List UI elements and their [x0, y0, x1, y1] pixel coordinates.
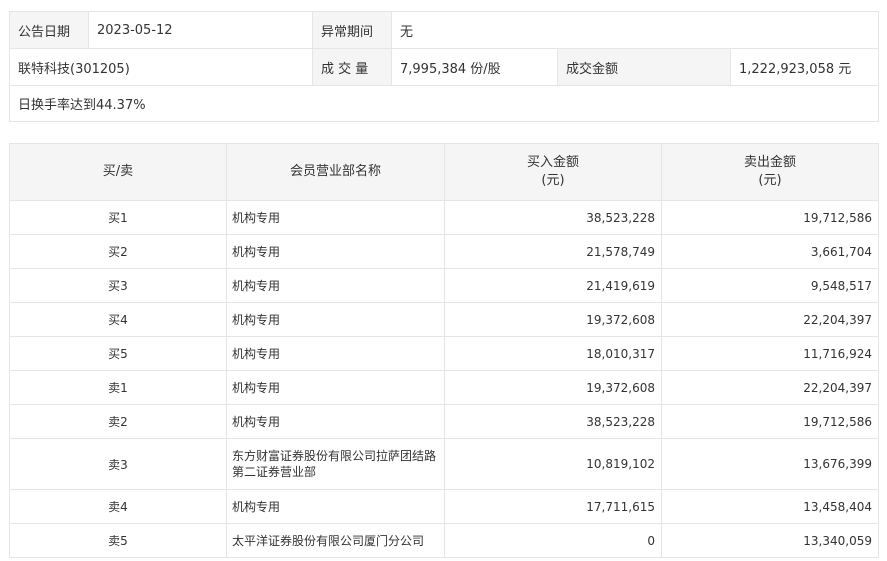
header-member-name: 会员营业部名称: [226, 143, 445, 201]
table-row: 买2 机构专用 21,578,749 3,661,704: [9, 234, 879, 269]
row-member-name: 机构专用: [226, 200, 445, 235]
row-buy-amount: 38,523,228: [444, 404, 662, 439]
amount-label: 成交金额: [557, 48, 731, 86]
announce-date-label: 公告日期: [9, 11, 89, 49]
row-sell-amount: 9,548,517: [661, 268, 879, 303]
row-sell-amount: 3,661,704: [661, 234, 879, 269]
row-side: 买5: [9, 336, 227, 371]
row-member-name: 机构专用: [226, 302, 445, 337]
table-row: 买1 机构专用 38,523,228 19,712,586: [9, 200, 879, 235]
row-sell-amount: 13,340,059: [661, 523, 879, 558]
table-row: 卖3 东方财富证券股份有限公司拉萨团结路第二证券营业部 10,819,102 1…: [9, 438, 879, 490]
row-side: 卖5: [9, 523, 227, 558]
row-side: 买4: [9, 302, 227, 337]
abnormal-period-label: 异常期间: [312, 11, 392, 49]
table-row: 卖5 太平洋证券股份有限公司厦门分公司 0 13,340,059: [9, 523, 879, 558]
row-member-name: 机构专用: [226, 336, 445, 371]
row-side: 卖2: [9, 404, 227, 439]
row-sell-amount: 22,204,397: [661, 370, 879, 405]
member-trades-table: 买/卖 会员营业部名称 买入金额 (元) 卖出金额 (元) 买1 机构专用 38…: [9, 143, 879, 558]
header-sell-label: 卖出金额: [743, 155, 796, 170]
header-buy-label: 买入金额: [526, 155, 579, 170]
member-table-header: 买/卖 会员营业部名称 买入金额 (元) 卖出金额 (元): [9, 143, 879, 201]
row-sell-amount: 19,712,586: [661, 200, 879, 235]
row-member-name: 机构专用: [226, 404, 445, 439]
row-buy-amount: 17,711,615: [444, 489, 662, 524]
row-buy-amount: 10,819,102: [444, 438, 662, 490]
header-buy-amount: 买入金额 (元): [444, 143, 662, 201]
volume-value: 7,995,384 份/股: [391, 48, 558, 86]
header-buy-unit: (元): [541, 173, 565, 188]
row-member-name: 机构专用: [226, 268, 445, 303]
row-buy-amount: 21,419,619: [444, 268, 662, 303]
row-side: 卖3: [9, 438, 227, 490]
summary-row-date: 公告日期 2023-05-12 异常期间 无: [9, 11, 880, 49]
row-sell-amount: 13,676,399: [661, 438, 879, 490]
row-side: 卖4: [9, 489, 227, 524]
summary-row-note: 日换手率达到44.37%: [8, 85, 880, 122]
row-side: 买3: [9, 268, 227, 303]
volume-label: 成 交 量: [312, 48, 392, 86]
amount-value: 1,222,923,058 元: [729, 48, 880, 86]
row-member-name: 东方财富证券股份有限公司拉萨团结路第二证券营业部: [226, 438, 445, 490]
header-sell-amount: 卖出金额 (元): [661, 143, 879, 201]
table-row: 卖4 机构专用 17,711,615 13,458,404: [9, 489, 879, 524]
table-row: 买3 机构专用 21,419,619 9,548,517: [9, 268, 879, 303]
summary-row-trade: 联特科技(301205) 成 交 量 7,995,384 份/股 成交金额 1,…: [9, 48, 880, 86]
row-sell-amount: 13,458,404: [661, 489, 879, 524]
row-side: 买1: [9, 200, 227, 235]
table-row: 卖1 机构专用 19,372,608 22,204,397: [9, 370, 879, 405]
table-row: 卖2 机构专用 38,523,228 19,712,586: [9, 404, 879, 439]
header-side: 买/卖: [9, 143, 227, 201]
stock-name: 联特科技(301205): [9, 48, 313, 86]
row-buy-amount: 21,578,749: [444, 234, 662, 269]
header-sell-unit: (元): [758, 173, 782, 188]
row-sell-amount: 19,712,586: [661, 404, 879, 439]
row-member-name: 太平洋证券股份有限公司厦门分公司: [226, 523, 445, 558]
abnormal-period-value: 无: [390, 11, 880, 49]
announce-date-value: 2023-05-12: [88, 11, 313, 49]
row-buy-amount: 0: [444, 523, 662, 558]
row-sell-amount: 11,716,924: [661, 336, 879, 371]
row-side: 卖1: [9, 370, 227, 405]
row-member-name: 机构专用: [226, 489, 445, 524]
row-buy-amount: 38,523,228: [444, 200, 662, 235]
table-row: 买5 机构专用 18,010,317 11,716,924: [9, 336, 879, 371]
table-row: 买4 机构专用 19,372,608 22,204,397: [9, 302, 879, 337]
row-sell-amount: 22,204,397: [661, 302, 879, 337]
row-member-name: 机构专用: [226, 370, 445, 405]
row-buy-amount: 19,372,608: [444, 370, 662, 405]
row-buy-amount: 19,372,608: [444, 302, 662, 337]
row-side: 买2: [9, 234, 227, 269]
turnover-note: 日换手率达到44.37%: [8, 85, 880, 122]
row-buy-amount: 18,010,317: [444, 336, 662, 371]
stock-summary-table: 公告日期 2023-05-12 异常期间 无 联特科技(301205) 成 交 …: [8, 11, 880, 122]
row-member-name: 机构专用: [226, 234, 445, 269]
